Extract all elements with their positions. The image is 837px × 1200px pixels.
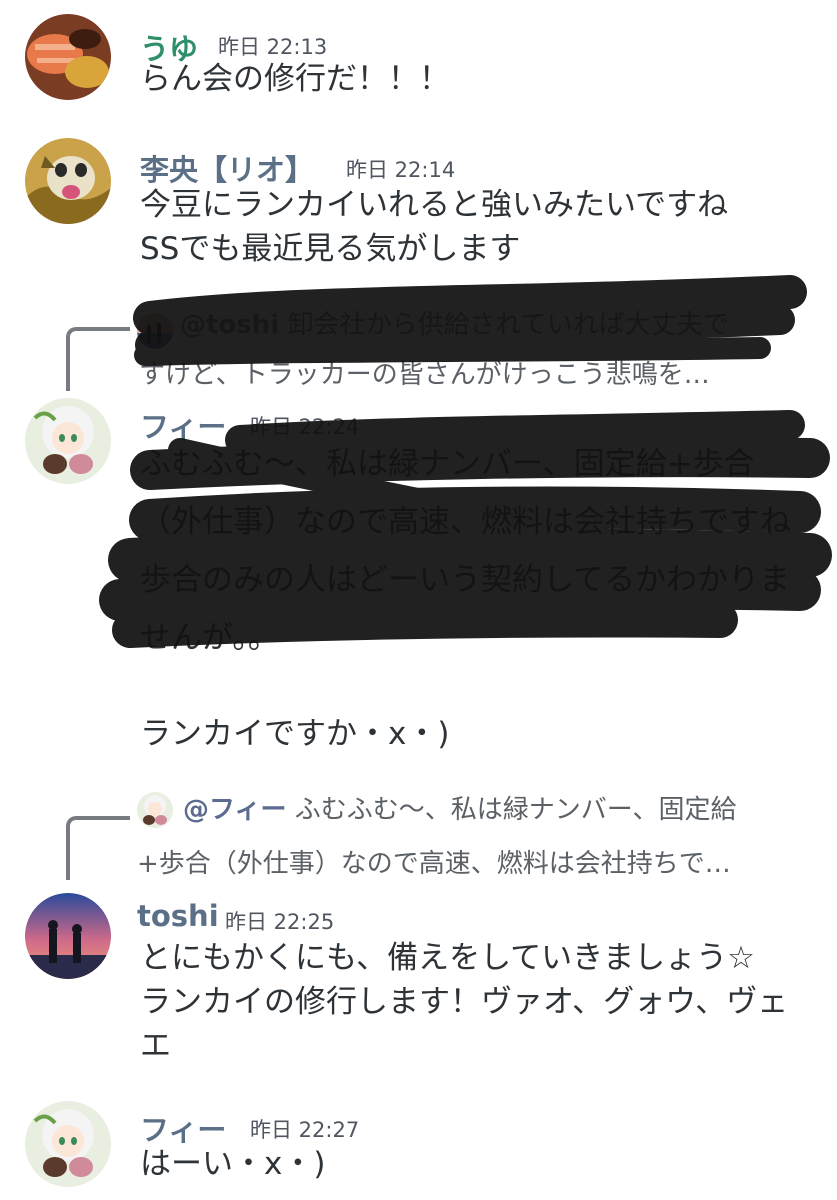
reply-snippet: 卸会社から供給されていれば大丈夫で [279,310,729,340]
reply-mention[interactable]: @toshi [180,310,279,340]
message-line: ランカイの修行します！ヴァオ、グォウ、ヴェ [140,984,789,1020]
avatar[interactable] [25,14,111,100]
avatar[interactable] [25,893,111,979]
reply-connector [66,816,130,880]
timestamp: 昨日 22:24 [250,415,360,439]
timestamp: 昨日 22:14 [346,158,456,182]
avatar[interactable] [25,398,111,484]
reply-preview[interactable]: @フィー ふむふむ〜、私は緑ナンバー、固定給 [183,788,737,832]
reply-snippet: すけど、トラッカーの皆さんがけっこう悲鳴を… [139,360,710,390]
reply-connector [66,327,130,391]
timestamp: 昨日 22:25 [225,910,335,934]
avatar[interactable] [25,1101,111,1187]
author-name[interactable]: toshi [137,899,219,933]
message-line: せんが。。 [140,620,279,656]
reply-avatar [137,313,173,349]
message-line: エ [140,1028,171,1064]
avatar[interactable] [25,138,111,224]
message-line: ランカイですか・x・) [140,716,450,752]
reply-avatar [137,792,173,828]
reply-snippet: +歩合（外仕事）なので高速、燃料は会社持ちで… [137,849,731,879]
author-name[interactable]: フィー [140,404,226,446]
message-line: とにもかくにも、備えをしていきましょう☆ [140,940,755,976]
message-line: ふむふむ〜、私は緑ナンバー、固定給+歩合 [140,446,755,482]
message-line: 歩合のみの人はどーいう契約してるかわかりま [140,562,791,598]
message-line: SSでも最近見る気がします [140,231,521,267]
message-line: 今豆にランカイいれると強いみたいですね [140,187,729,223]
message-line: はーい・x・) [140,1146,326,1182]
reply-preview[interactable]: @toshi 卸会社から供給されていれば大丈夫で [180,303,729,347]
timestamp: 昨日 22:27 [250,1118,360,1142]
reply-mention[interactable]: @フィー [183,795,286,825]
reply-snippet: ふむふむ〜、私は緑ナンバー、固定給 [286,795,737,825]
message-line: （外仕事）なので高速、燃料は会社持ちですね [140,504,791,540]
message-line: らん会の修行だ！！！ [140,61,450,97]
